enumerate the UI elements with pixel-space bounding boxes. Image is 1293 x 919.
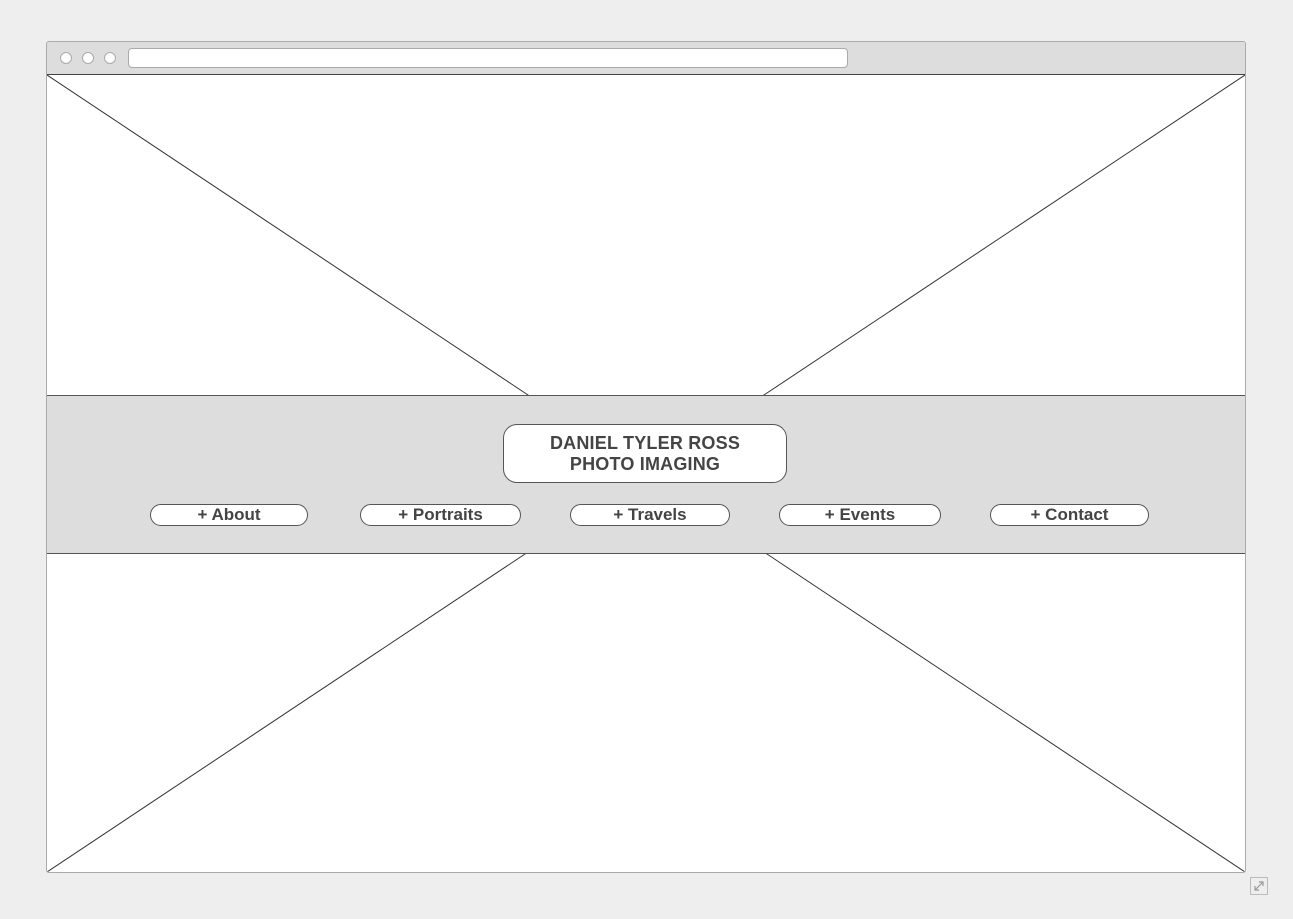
nav-about-button[interactable]: + About (150, 504, 308, 526)
nav-travels-button[interactable]: + Travels (570, 504, 730, 526)
browser-window: DANIEL TYLER ROSS PHOTO IMAGING + About … (46, 41, 1246, 873)
logo-line-1: DANIEL TYLER ROSS (549, 432, 741, 453)
window-zoom-button[interactable] (104, 52, 116, 64)
logo-line-2: PHOTO IMAGING (569, 453, 721, 474)
window-minimize-button[interactable] (82, 52, 94, 64)
page-viewport: DANIEL TYLER ROSS PHOTO IMAGING + About … (47, 75, 1245, 872)
browser-title-bar (47, 42, 1245, 75)
header-band: DANIEL TYLER ROSS PHOTO IMAGING + About … (47, 395, 1245, 554)
address-bar[interactable] (128, 48, 848, 68)
site-logo[interactable]: DANIEL TYLER ROSS PHOTO IMAGING (503, 424, 787, 483)
nav-events-button[interactable]: + Events (779, 504, 941, 526)
resize-icon[interactable] (1250, 877, 1268, 895)
nav-portraits-button[interactable]: + Portraits (360, 504, 521, 526)
window-close-button[interactable] (60, 52, 72, 64)
nav-contact-button[interactable]: + Contact (990, 504, 1149, 526)
